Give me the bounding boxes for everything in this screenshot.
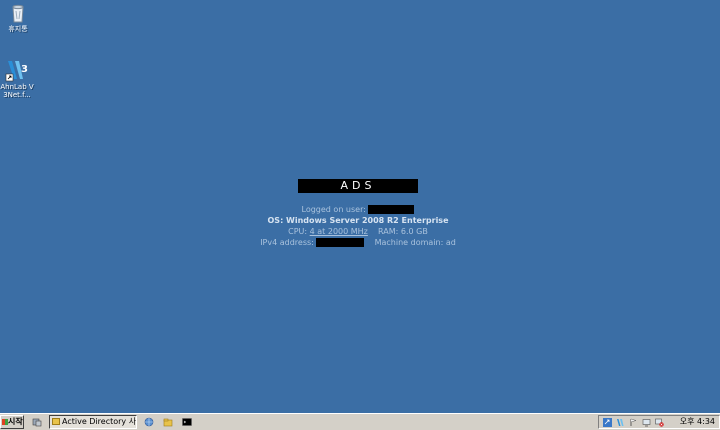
desktop-icon-label: AhnLab V3Net.f... <box>0 83 34 99</box>
desktop-icon-label: 휴지통 <box>8 25 28 33</box>
tray-network-disconnected-icon[interactable] <box>655 418 664 427</box>
bginfo-panel: ADS Logged on user: OS: Windows Server 2… <box>240 175 476 248</box>
os-info: OS: Windows Server 2008 R2 Enterprise <box>267 216 449 225</box>
ram-info: RAM: 6.0 GB <box>378 227 428 236</box>
network-row: IPv4 address: Machine domain: ad <box>240 237 476 248</box>
logged-on-user-row: Logged on user: <box>240 204 476 215</box>
tray-arrow-icon[interactable] <box>603 418 612 427</box>
recycle-bin-icon <box>12 4 24 23</box>
folder-icon <box>52 418 60 425</box>
start-button[interactable]: 시작 <box>0 415 24 429</box>
desktop-icon-recycle-bin[interactable]: 휴지통 <box>0 0 36 33</box>
system-tray: 오후 4:34 <box>598 415 720 429</box>
svg-text:3: 3 <box>21 64 28 75</box>
taskbar-window-label: Active Directory 사용... <box>62 417 137 426</box>
redacted-user <box>368 205 415 214</box>
hostname-redacted: ADS <box>298 179 418 193</box>
clock[interactable]: 오후 4:34 <box>680 416 715 428</box>
desktop-icon-ahnlab[interactable]: 3 AhnLab V3Net.f... <box>0 58 34 99</box>
tray-ahnlab-icon[interactable] <box>616 418 625 427</box>
cpu-ram-row: CPU: 4 at 2000 MHz RAM: 6.0 GB <box>240 226 476 237</box>
cpu-value: 4 at 2000 MHz <box>309 227 368 236</box>
ahnlab-v3-icon: 3 <box>5 61 28 82</box>
logged-on-label: Logged on user: <box>301 205 366 214</box>
tray-display-icon[interactable] <box>642 418 651 427</box>
taskbar-window-active-directory[interactable]: Active Directory 사용... <box>49 415 137 429</box>
network-icon[interactable] <box>144 417 154 427</box>
cpu-label: CPU: <box>288 227 308 236</box>
redacted-ip <box>316 238 365 247</box>
explorer-folder-icon[interactable] <box>163 417 173 427</box>
taskbar: 시작 Active Directory 사용... <box>0 413 720 430</box>
start-label: 시작 <box>8 417 23 426</box>
machine-domain: Machine domain: ad <box>374 238 456 247</box>
desktop: 휴지통 3 AhnLab V3Net.f... ADS Logged on us… <box>0 0 720 413</box>
server-manager-icon[interactable] <box>32 417 42 427</box>
command-prompt-icon[interactable] <box>182 417 192 427</box>
tray-flag-icon[interactable] <box>629 418 638 427</box>
ipv4-label: IPv4 address: <box>260 238 314 247</box>
